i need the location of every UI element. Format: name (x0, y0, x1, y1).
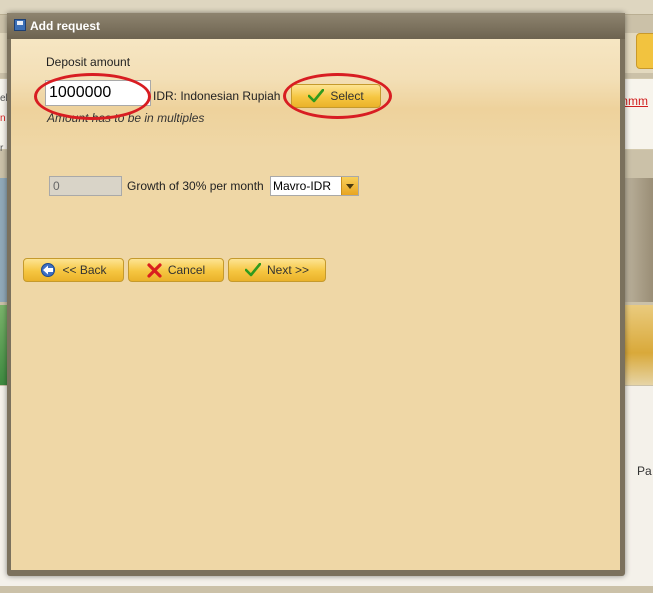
background-button (636, 33, 653, 69)
background-side-text: Pa (637, 464, 652, 478)
select-button[interactable]: Select (291, 84, 381, 108)
checkmark-icon (244, 263, 261, 277)
currency-label: IDR: Indonesian Rupiah (153, 89, 281, 103)
growth-label: Growth of 30% per month (127, 179, 264, 193)
next-button-label: Next >> (266, 263, 310, 277)
select-button-label: Select (330, 89, 364, 103)
arrow-left-icon (41, 263, 56, 277)
plan-select-value: Mavro-IDR (273, 179, 332, 193)
background-edge-text: r (0, 143, 4, 154)
back-button-label: << Back (62, 263, 107, 277)
red-x-icon (147, 262, 162, 278)
deposit-amount-input[interactable]: 1000000 (45, 80, 151, 106)
deposit-amount-label: Deposit amount (46, 55, 131, 69)
cancel-button[interactable]: Cancel (128, 258, 224, 282)
background-edge-text: n (0, 113, 6, 124)
dialog-titlebar[interactable]: Add request (7, 13, 625, 39)
next-button[interactable]: Next >> (228, 258, 326, 282)
growth-value-field: 0 (49, 176, 122, 196)
amount-hint-text: Amount has to be in multiples (47, 111, 205, 125)
plan-select-dropdown[interactable]: Mavro-IDR (270, 176, 359, 196)
checkmark-icon (308, 89, 325, 103)
chevron-down-icon[interactable] (341, 177, 358, 195)
back-button[interactable]: << Back (23, 258, 124, 282)
dialog-title: Add request (30, 19, 101, 33)
cancel-button-label: Cancel (167, 263, 206, 277)
save-icon (14, 19, 26, 31)
